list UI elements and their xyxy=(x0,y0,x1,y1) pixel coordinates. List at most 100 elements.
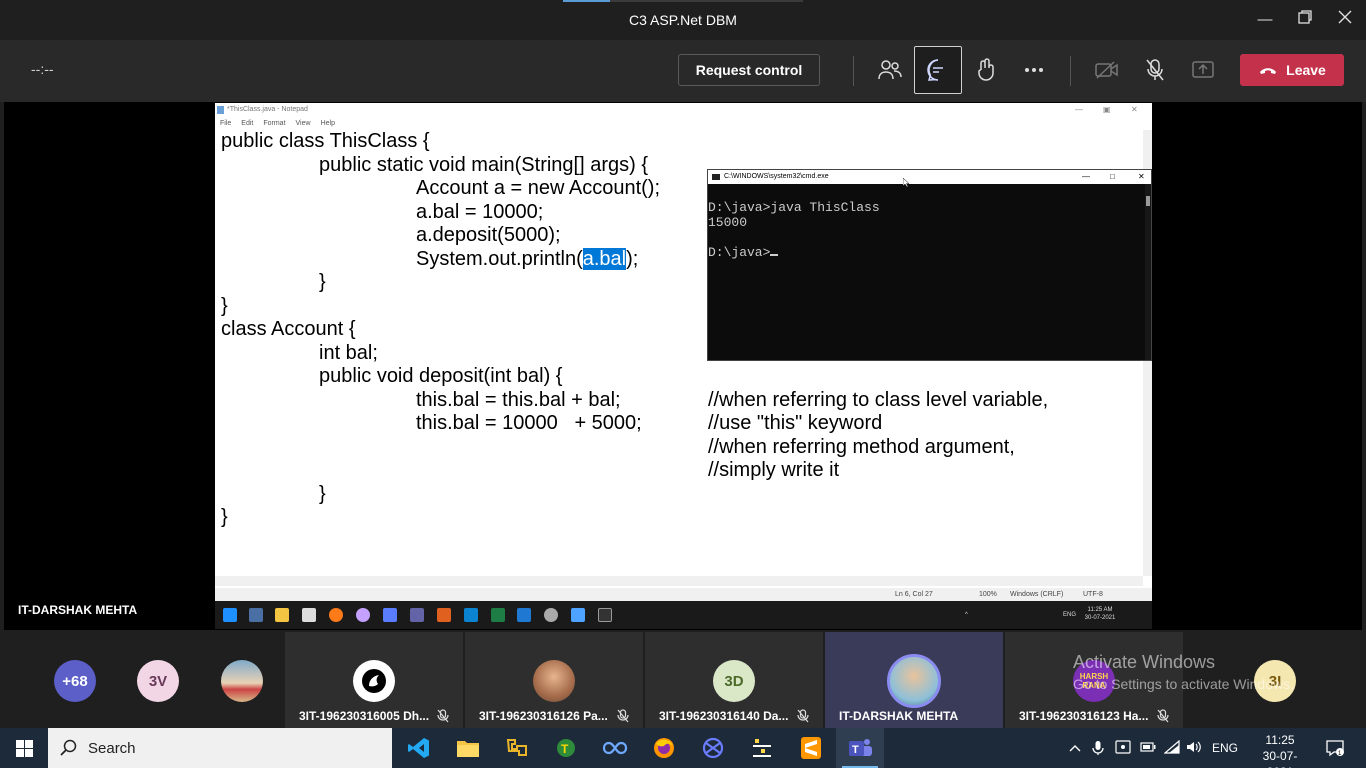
cmd-prompt: D:\java> xyxy=(708,245,771,260)
notepad-status-bar: Ln 6, Col 27 100% Windows (CRLF) UTF-8 xyxy=(215,588,1152,601)
participants-icon[interactable] xyxy=(866,46,914,94)
timeline-app-icon[interactable] xyxy=(738,728,786,768)
code-line: public static void main(String[] args) { xyxy=(319,153,649,176)
participant-tile[interactable]: 3IT-196230316126 Pa... xyxy=(465,632,643,728)
activate-windows-watermark: Activate Windows Go to Settings to activ… xyxy=(1073,652,1294,692)
share-tray-icon[interactable] xyxy=(1179,46,1227,94)
presenter-name: IT-DARSHAK MEHTA xyxy=(18,603,138,617)
participant-tile-speaking[interactable]: IT-DARSHAK MEHTA xyxy=(825,632,1003,728)
file-explorer-icon[interactable] xyxy=(444,728,492,768)
leave-button[interactable]: Leave xyxy=(1240,54,1344,86)
cmd-line: D:\java> xyxy=(708,245,880,260)
code-comment: //when referring method argument, xyxy=(708,435,1015,458)
cmd-scrollbar[interactable] xyxy=(1145,184,1151,360)
close-icon[interactable] xyxy=(1334,10,1356,30)
screen: C3 ASP.Net DBM — --:-- Request control L… xyxy=(0,0,1366,768)
menu-file[interactable]: File xyxy=(220,120,231,127)
participant-tile[interactable]: 3IT-196230316005 Dh... xyxy=(285,632,463,728)
remote-clock: 11:25 AM 30-07-2021 xyxy=(1080,606,1120,622)
location-icon[interactable] xyxy=(1115,740,1131,756)
network-app-icon[interactable] xyxy=(493,728,541,768)
text-selection: a.bal xyxy=(582,247,627,270)
restore-icon[interactable] xyxy=(1294,10,1316,30)
cmd-output[interactable]: D:\java>java ThisClass 15000 D:\java> xyxy=(708,200,880,260)
window-title: C3 ASP.Net DBM xyxy=(629,12,737,28)
code-comment: //simply write it xyxy=(708,459,840,481)
code-text: ); xyxy=(626,247,639,270)
microphone-icon[interactable] xyxy=(1090,740,1106,756)
more-options-icon[interactable] xyxy=(1010,46,1058,94)
mouse-pointer-icon xyxy=(903,178,909,187)
participant-avatar[interactable]: 3V xyxy=(137,660,179,702)
vscode-icon[interactable] xyxy=(395,728,443,768)
camera-off-icon[interactable] xyxy=(1083,46,1131,94)
watermark-subtitle: Go to Settings to activate Windows. xyxy=(1073,676,1294,692)
volume-icon[interactable] xyxy=(1186,740,1202,756)
taskbar-clock[interactable]: 11:25 30-07-2021 xyxy=(1250,732,1310,768)
notifications-icon[interactable]: 1 xyxy=(1326,739,1344,757)
minimize-icon[interactable]: — xyxy=(1254,10,1276,30)
watermark-title: Activate Windows xyxy=(1073,652,1216,672)
start-button[interactable] xyxy=(0,728,48,768)
minimize-icon[interactable]: — xyxy=(1075,103,1083,117)
minimize-icon[interactable]: — xyxy=(1082,170,1090,184)
code-line: class Account { xyxy=(221,318,356,340)
tally-icon[interactable]: T xyxy=(542,728,590,768)
cmd-taskbar-icon xyxy=(598,608,612,622)
excel-icon xyxy=(491,608,505,622)
taskbar-search[interactable]: Search xyxy=(48,728,392,768)
menu-help[interactable]: Help xyxy=(321,120,335,127)
close-icon[interactable]: ✕ xyxy=(1138,170,1145,184)
cmd-line: D:\java>java ThisClass xyxy=(708,200,880,215)
infinity-app-icon[interactable] xyxy=(591,728,639,768)
mic-muted-icon[interactable] xyxy=(1131,46,1179,94)
firefox-icon xyxy=(329,608,343,622)
code-editor[interactable]: public class ThisClass { public static v… xyxy=(221,130,1048,624)
remote-taskbar: ^ ENG 11:25 AM 30-07-2021 xyxy=(215,601,1152,629)
meeting-controls: --:-- Request control Leave xyxy=(0,40,1366,102)
language-indicator[interactable]: ENG xyxy=(1212,741,1238,755)
mic-muted-icon xyxy=(617,709,629,728)
wifi-icon[interactable] xyxy=(1163,739,1180,756)
request-control-button[interactable]: Request control xyxy=(678,54,820,86)
tray-chevron-icon: ^ xyxy=(965,612,968,618)
firefox-icon[interactable] xyxy=(640,728,688,768)
java-icon xyxy=(437,608,451,622)
participant-logo-avatar xyxy=(353,660,395,702)
code-line: Account a = new Account(); xyxy=(416,177,661,199)
app-icon[interactable] xyxy=(689,728,737,768)
menu-view[interactable]: View xyxy=(296,120,311,127)
reactions-icon[interactable] xyxy=(962,46,1010,94)
clock-date: 30-07-2021 xyxy=(1262,749,1298,768)
close-icon[interactable]: ✕ xyxy=(1131,103,1138,117)
horizontal-scrollbar[interactable] xyxy=(215,576,1143,586)
sublime-text-icon[interactable] xyxy=(787,728,835,768)
cmd-title: C:\WINDOWS\system32\cmd.exe xyxy=(724,173,829,180)
participant-photo-avatar xyxy=(533,660,575,702)
search-icon xyxy=(60,739,77,756)
more-participants-badge[interactable]: +68 xyxy=(54,660,96,702)
mic-muted-icon xyxy=(1157,709,1169,728)
restore-icon[interactable]: ▣ xyxy=(1103,103,1111,117)
code-line: public void deposit(int bal) { xyxy=(319,365,563,387)
encoding: UTF-8 xyxy=(1083,591,1103,598)
windows-logo-icon xyxy=(15,739,33,757)
chat-icon[interactable] xyxy=(914,46,962,94)
menu-format[interactable]: Format xyxy=(263,120,285,127)
restore-icon[interactable]: □ xyxy=(1110,170,1115,184)
battery-icon[interactable] xyxy=(1140,740,1156,756)
windows-taskbar: Search T T ENG 11:25 30-07-2021 1 xyxy=(0,728,1366,768)
tray-overflow-icon[interactable] xyxy=(1067,740,1083,756)
file-explorer-icon xyxy=(275,608,289,622)
participant-tile[interactable]: 3D 3IT-196230316140 Da... xyxy=(645,632,823,728)
search-placeholder: Search xyxy=(88,739,136,757)
cursor-position: Ln 6, Col 27 xyxy=(895,591,933,598)
divider xyxy=(853,56,854,86)
svg-text:T: T xyxy=(561,742,569,756)
code-line: } xyxy=(221,506,228,528)
menu-edit[interactable]: Edit xyxy=(241,120,253,127)
participant-photo-avatar[interactable] xyxy=(221,660,263,702)
code-line: } xyxy=(221,294,228,317)
code-comment: //use "this" keyword xyxy=(708,412,883,434)
teams-icon[interactable]: T xyxy=(836,728,884,768)
